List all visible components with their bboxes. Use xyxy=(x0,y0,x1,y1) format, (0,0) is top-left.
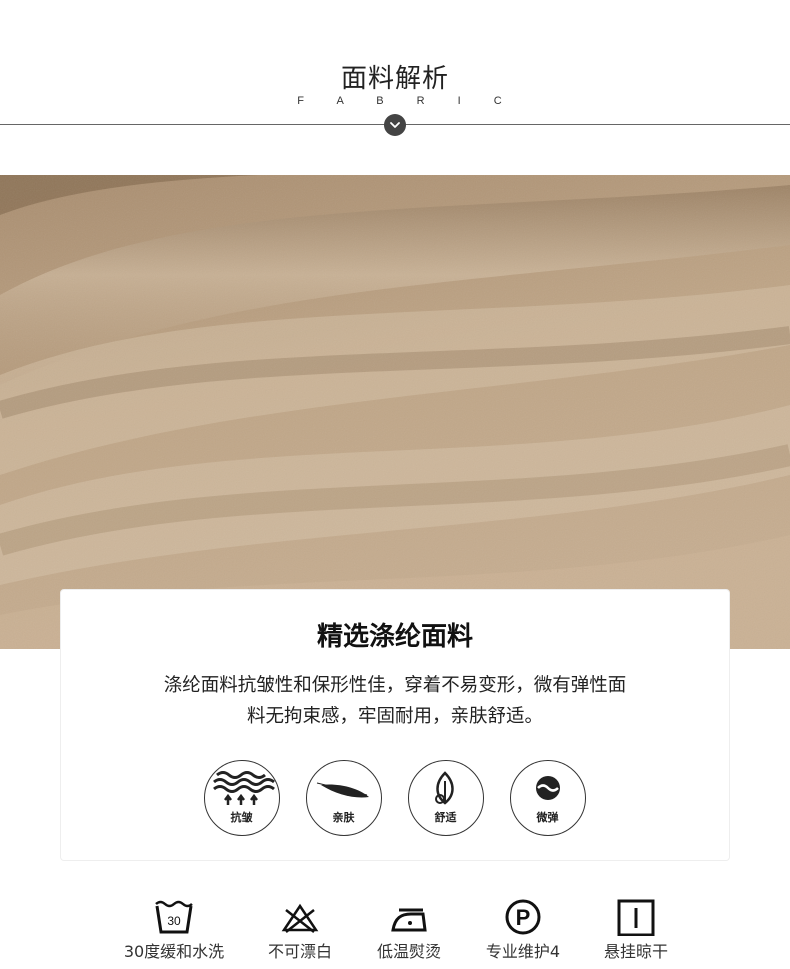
care-label: 专业维护4 xyxy=(485,942,561,961)
dry-clean-p-icon: P xyxy=(505,899,541,935)
feature-label: 亲肤 xyxy=(332,811,355,824)
care-wash-30: 30 30度缓和水洗 xyxy=(119,898,229,968)
card-description: 涤纶面料抗皱性和保形性佳，穿着不易变形，微有弹性面 料无拘束感，牢固耐用，亲肤舒… xyxy=(101,670,689,732)
feature-label: 微弹 xyxy=(536,811,559,824)
care-label: 低温熨烫 xyxy=(376,942,441,961)
feature-list: 抗皱 亲肤 舒适 微弹 xyxy=(61,760,729,840)
wash-temp-badge: 30 xyxy=(167,914,181,928)
fabric-info-card: 精选涤纶面料 涤纶面料抗皱性和保形性佳，穿着不易变形，微有弹性面 料无拘束感，牢… xyxy=(61,590,729,860)
feature-label: 舒适 xyxy=(434,811,457,824)
chevron-down-icon[interactable] xyxy=(384,114,406,136)
care-hang-dry: 悬挂晾干 xyxy=(581,898,691,968)
card-description-line: 涤纶面料抗皱性和保形性佳，穿着不易变形，微有弹性面 xyxy=(163,675,627,696)
care-label: 30度缓和水洗 xyxy=(123,942,225,961)
care-dry-clean: P 专业维护4 xyxy=(468,898,578,968)
care-label: 不可漂白 xyxy=(267,942,332,961)
feature-comfortable: 舒适 xyxy=(408,760,484,836)
feature-wrinkle-resistant: 抗皱 xyxy=(204,760,280,836)
care-iron-low: 低温熨烫 xyxy=(354,898,464,968)
wash-30-icon: 30 xyxy=(155,900,193,934)
section-subtitle: F A B R I C xyxy=(297,95,517,107)
no-bleach-icon xyxy=(281,903,319,933)
iron-low-icon xyxy=(391,908,427,932)
dry-clean-badge: P xyxy=(516,905,531,930)
card-description-line: 料无拘束感，牢固耐用，亲肤舒适。 xyxy=(246,706,543,727)
care-no-bleach: 不可漂白 xyxy=(245,898,355,968)
card-title: 精选涤纶面料 xyxy=(316,622,473,652)
feature-skin-friendly: 亲肤 xyxy=(306,760,382,836)
feature-label: 抗皱 xyxy=(230,811,253,824)
hang-dry-icon xyxy=(617,899,655,936)
fabric-photo xyxy=(0,175,790,649)
section-title: 面料解析 xyxy=(340,64,449,94)
feature-slight-stretch: 微弹 xyxy=(510,760,586,836)
care-label: 悬挂晾干 xyxy=(603,942,668,961)
